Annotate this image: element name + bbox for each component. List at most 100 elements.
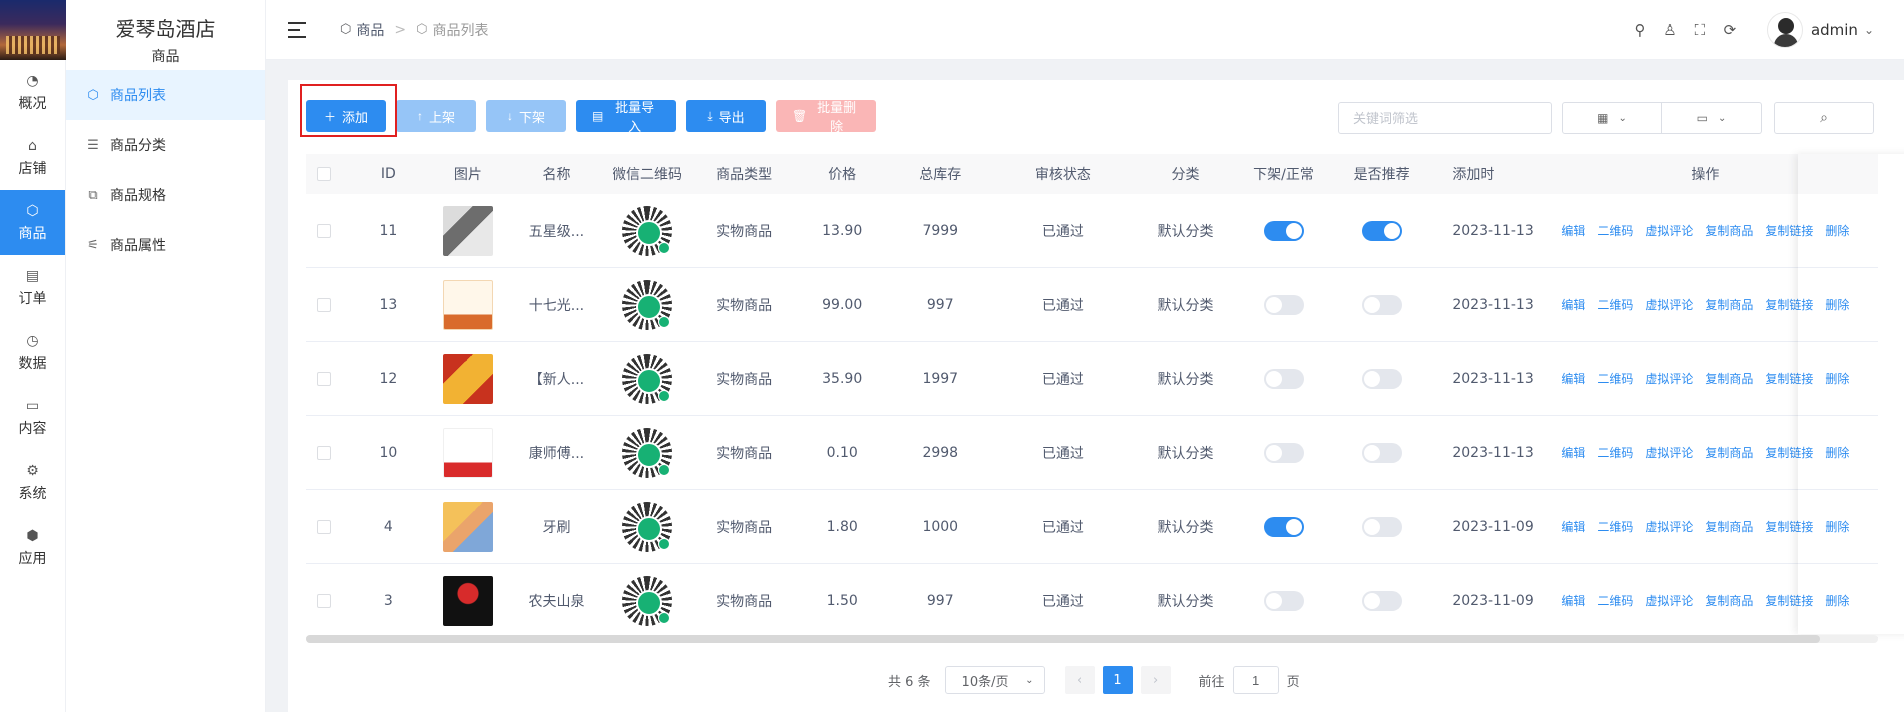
batch-delete-button[interactable]: 🗑 批量删除 (776, 100, 876, 134)
rail-item[interactable]: ▭ 内容 (0, 385, 65, 450)
menu-toggle-icon[interactable] (288, 21, 306, 38)
op-copy-link-link[interactable]: 复制链接 (1765, 370, 1813, 387)
op-delete-link[interactable]: 删除 (1825, 444, 1849, 461)
product-thumbnail[interactable] (442, 205, 493, 256)
op-copy-link-link[interactable]: 复制链接 (1765, 592, 1813, 609)
op-delete-link[interactable]: 删除 (1825, 518, 1849, 535)
off-shelf-button[interactable]: ↓ 下架 (486, 100, 566, 132)
page-size-select[interactable]: 10条/页 ⌄ (944, 666, 1045, 694)
product-thumbnail[interactable] (442, 575, 493, 626)
shelf-status-toggle[interactable] (1263, 516, 1304, 537)
op-qrcode-link[interactable]: 二维码 (1597, 444, 1633, 461)
op-edit-link[interactable]: 编辑 (1561, 518, 1585, 535)
op-copy-link-link[interactable]: 复制链接 (1765, 222, 1813, 239)
op-fake-review-link[interactable]: 虚拟评论 (1645, 518, 1693, 535)
prev-page-button[interactable]: ‹ (1064, 666, 1095, 694)
chevron-down-icon[interactable]: ⌄ (1864, 23, 1874, 37)
recommend-toggle[interactable] (1361, 368, 1402, 389)
product-thumbnail[interactable] (442, 353, 493, 404)
fullscreen-icon[interactable]: ⛶ (1685, 21, 1715, 39)
op-delete-link[interactable]: 删除 (1825, 370, 1849, 387)
op-copy-product-link[interactable]: 复制商品 (1705, 592, 1753, 609)
op-copy-product-link[interactable]: 复制商品 (1705, 370, 1753, 387)
wechat-qr-code[interactable] (622, 205, 673, 256)
rail-item[interactable]: ⬢ 应用 (0, 515, 65, 580)
op-fake-review-link[interactable]: 虚拟评论 (1645, 296, 1693, 313)
rail-item[interactable]: ⚙ 系统 (0, 450, 65, 515)
recommend-toggle[interactable] (1361, 294, 1402, 315)
shelf-status-toggle[interactable] (1263, 590, 1304, 611)
submenu-item[interactable]: ⧉ 商品规格 (66, 170, 265, 220)
op-fake-review-link[interactable]: 虚拟评论 (1645, 222, 1693, 239)
op-copy-product-link[interactable]: 复制商品 (1705, 518, 1753, 535)
op-edit-link[interactable]: 编辑 (1561, 370, 1585, 387)
page-number-button[interactable]: 1 (1102, 666, 1133, 694)
product-thumbnail[interactable] (442, 501, 493, 552)
rail-item[interactable]: ⌂ 店铺 (0, 125, 65, 190)
breadcrumb-parent[interactable]: 商品 (356, 20, 384, 40)
recommend-toggle[interactable] (1361, 590, 1402, 611)
submenu-item[interactable]: ⚟ 商品属性 (66, 220, 265, 270)
op-copy-product-link[interactable]: 复制商品 (1705, 296, 1753, 313)
op-qrcode-link[interactable]: 二维码 (1597, 518, 1633, 535)
op-qrcode-link[interactable]: 二维码 (1597, 592, 1633, 609)
username[interactable]: admin (1811, 21, 1858, 39)
op-qrcode-link[interactable]: 二维码 (1597, 370, 1633, 387)
op-copy-product-link[interactable]: 复制商品 (1705, 222, 1753, 239)
search-button[interactable]: ⌕ (1774, 102, 1874, 134)
op-edit-link[interactable]: 编辑 (1561, 222, 1585, 239)
rail-item[interactable]: ▤ 订单 (0, 255, 65, 320)
horizontal-scrollbar[interactable] (306, 635, 1878, 643)
row-checkbox[interactable] (316, 297, 331, 312)
select-all-checkbox[interactable] (316, 167, 331, 181)
row-checkbox[interactable] (316, 223, 331, 238)
wechat-qr-code[interactable] (622, 501, 673, 552)
wechat-qr-code[interactable] (622, 427, 673, 478)
op-delete-link[interactable]: 删除 (1825, 592, 1849, 609)
wechat-qr-code[interactable] (622, 353, 673, 404)
op-fake-review-link[interactable]: 虚拟评论 (1645, 370, 1693, 387)
op-copy-link-link[interactable]: 复制链接 (1765, 444, 1813, 461)
keyword-filter-input[interactable] (1338, 102, 1552, 134)
clean-cache-icon[interactable]: ⚲ (1625, 21, 1655, 39)
op-fake-review-link[interactable]: 虚拟评论 (1645, 592, 1693, 609)
op-edit-link[interactable]: 编辑 (1561, 444, 1585, 461)
submenu-item[interactable]: ☰ 商品分类 (66, 120, 265, 170)
row-checkbox[interactable] (316, 519, 331, 534)
recommend-toggle[interactable] (1361, 442, 1402, 463)
on-shelf-button[interactable]: ↑ 上架 (396, 100, 476, 132)
recommend-toggle[interactable] (1361, 516, 1402, 537)
goto-page-input[interactable] (1232, 666, 1279, 694)
op-delete-link[interactable]: 删除 (1825, 222, 1849, 239)
product-type-select[interactable]: ▦ ⌄ (1562, 102, 1662, 134)
op-fake-review-link[interactable]: 虚拟评论 (1645, 444, 1693, 461)
op-copy-link-link[interactable]: 复制链接 (1765, 296, 1813, 313)
shelf-status-toggle[interactable] (1263, 220, 1304, 241)
hotel-logo[interactable] (0, 0, 66, 60)
batch-import-button[interactable]: ▤ 批量导入 (576, 100, 676, 134)
op-delete-link[interactable]: 删除 (1825, 296, 1849, 313)
product-thumbnail[interactable] (442, 279, 493, 330)
op-edit-link[interactable]: 编辑 (1561, 296, 1585, 313)
shelf-status-toggle[interactable] (1263, 442, 1304, 463)
row-checkbox[interactable] (316, 593, 331, 608)
row-checkbox[interactable] (316, 371, 331, 386)
op-edit-link[interactable]: 编辑 (1561, 592, 1585, 609)
op-qrcode-link[interactable]: 二维码 (1597, 222, 1633, 239)
export-button[interactable]: ⤓ 导出 (686, 100, 766, 132)
theme-shirt-icon[interactable]: ♙ (1655, 21, 1685, 39)
shelf-status-toggle[interactable] (1263, 368, 1304, 389)
recommend-toggle[interactable] (1361, 220, 1402, 241)
product-thumbnail[interactable] (442, 427, 493, 478)
scrollbar-thumb[interactable] (306, 635, 1820, 643)
rail-item[interactable]: ⬡ 商品 (0, 190, 65, 255)
op-qrcode-link[interactable]: 二维码 (1597, 296, 1633, 313)
wechat-qr-code[interactable] (622, 575, 673, 626)
row-checkbox[interactable] (316, 445, 331, 460)
submenu-item[interactable]: ⬡ 商品列表 (66, 70, 265, 120)
rail-item[interactable]: ◷ 数据 (0, 320, 65, 385)
wechat-qr-code[interactable] (622, 279, 673, 330)
op-copy-product-link[interactable]: 复制商品 (1705, 444, 1753, 461)
category-select[interactable]: ▭ ⌄ (1662, 102, 1762, 134)
refresh-icon[interactable]: ⟳ (1715, 21, 1745, 39)
